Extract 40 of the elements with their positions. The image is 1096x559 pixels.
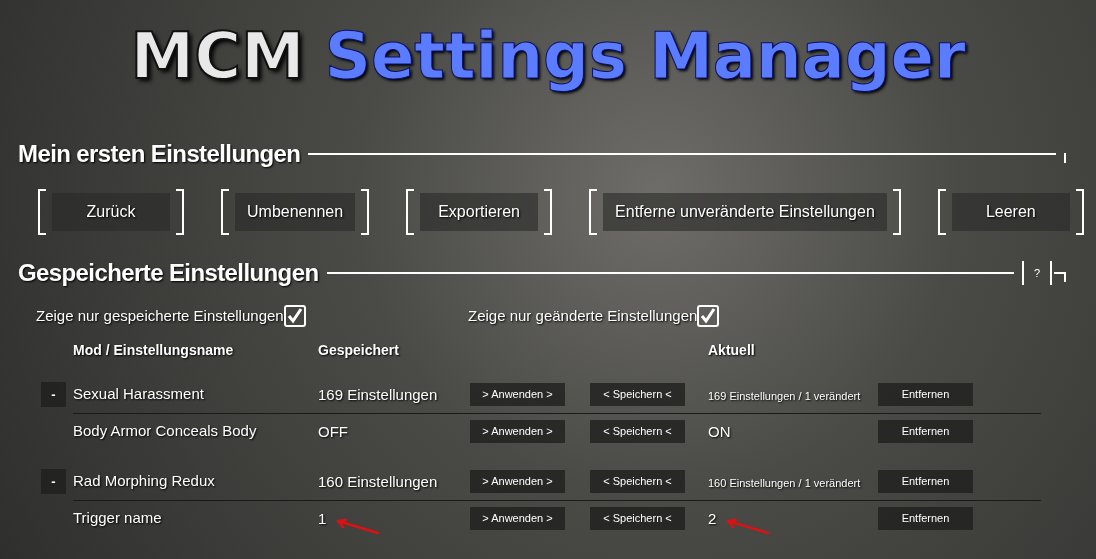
apply-button[interactable]: > Anwenden > — [470, 507, 565, 530]
apply-button[interactable]: > Anwenden > — [470, 383, 565, 406]
saved-value: 169 Einstellungen — [318, 385, 438, 403]
remove-button[interactable]: Entfernen — [878, 420, 973, 443]
collapse-button[interactable]: - — [41, 382, 66, 407]
check-icon — [286, 308, 303, 325]
save-button[interactable]: < Speichern < — [590, 420, 685, 443]
saved-value: 1 — [318, 509, 327, 527]
remove-button[interactable]: Entfernen — [878, 507, 973, 530]
save-button[interactable]: < Speichern < — [590, 383, 685, 406]
column-header: Gespeichert — [318, 340, 400, 360]
setting-name: Trigger name — [73, 508, 163, 529]
setting-name: Body Armor Conceals Body — [73, 421, 258, 442]
save-button[interactable]: < Speichern < — [590, 470, 685, 493]
apply-button[interactable]: > Anwenden > — [470, 420, 565, 443]
saved-value: OFF — [318, 422, 348, 440]
section-heading: Gespeicherte Einstellungen — [18, 258, 319, 288]
logo-title: Settings Manager — [324, 18, 966, 95]
current-value: 160 Einstellungen / 1 verändert — [708, 476, 861, 489]
filter-label: Zeige nur gespeicherte Einstellungen — [36, 306, 284, 326]
checkbox[interactable] — [697, 305, 720, 328]
setting-name: Rad Morphing Redux — [73, 471, 216, 492]
current-value: ON — [708, 422, 731, 440]
apply-button[interactable]: > Anwenden > — [470, 470, 565, 493]
column-header: Mod / Einstellungsname — [73, 340, 235, 360]
saved-value: 160 Einstellungen — [318, 472, 438, 490]
remove-button[interactable]: Entfernen — [878, 383, 973, 406]
remove-button[interactable]: Entfernen — [878, 470, 973, 493]
current-value: 2 — [708, 509, 717, 527]
column-header: Aktuell — [708, 340, 755, 360]
collapse-button[interactable]: - — [41, 469, 66, 494]
current-value: 169 Einstellungen / 1 verändert — [708, 389, 861, 402]
save-button[interactable]: < Speichern < — [590, 507, 685, 530]
checkbox[interactable] — [283, 305, 306, 328]
filter-label: Zeige nur geänderte Einstellungen — [468, 306, 698, 326]
check-icon — [700, 308, 717, 325]
logo-title: MCM — [130, 18, 305, 95]
section-heading: Mein ersten Einstellungen — [18, 139, 301, 169]
help-button[interactable]: ? — [1022, 261, 1052, 285]
setting-name: Sexual Harassment — [73, 384, 205, 405]
